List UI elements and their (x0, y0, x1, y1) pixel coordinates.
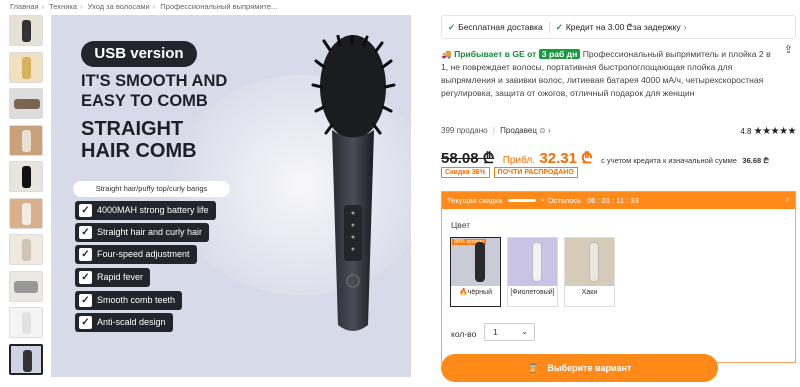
feature-item: ✓ Straight hair and curly hair (75, 223, 210, 242)
check-icon: ✓ (79, 204, 92, 217)
clock-icon: ◔ (540, 196, 545, 205)
delivery-days-badge: 3 раб дн (538, 49, 581, 59)
thumbnail[interactable] (9, 88, 43, 119)
breadcrumb-home[interactable]: Главная (10, 2, 39, 11)
product-main-image[interactable]: USB version IT'S SMOOTH AND EASY TO COMB… (51, 15, 411, 377)
credit-amount: 36.68 ₾ (742, 156, 770, 165)
check-icon: ✓ (79, 271, 92, 284)
feature-item: ✓ Smooth comb teeth (75, 291, 183, 310)
hourglass-icon: ⌛ (527, 363, 539, 373)
product-info-panel: ✓ Бесплатная доставка ✓ Кредит на 3.00 ₾… (441, 15, 797, 382)
thumbnail[interactable] (9, 124, 43, 156)
check-icon: ✓ (448, 21, 456, 32)
sold-count: 399 продано (441, 126, 488, 135)
product-title: 🚚 Прибывает в GE от 3 раб дн Профессиона… (441, 48, 771, 100)
rating-value: 4.8 (740, 127, 752, 136)
thumbnail-active[interactable] (9, 343, 43, 375)
sale-box: Текущая скидка ◔ Осталось 06 : 01 : 11 :… (441, 191, 796, 363)
breadcrumb-current: Профессиональный выпрямите... (160, 2, 278, 11)
chevron-down-icon: ⌄ (521, 327, 528, 336)
color-option-khaki[interactable]: Хаки (564, 237, 615, 307)
check-icon: ✓ (79, 316, 92, 329)
check-icon: ✓ (79, 294, 92, 307)
sale-countdown-bar[interactable]: Текущая скидка ◔ Осталось 06 : 01 : 11 :… (442, 192, 795, 209)
price-row: 58.08 ₾ Прибл. 32.31 ₾ с учетом кредита … (441, 148, 800, 168)
feature-item: ✓ Four-speed adjustment (75, 245, 197, 264)
approx-label: Прибл. (502, 155, 535, 166)
hair-straightener-illustration (311, 35, 396, 331)
breadcrumb: Главная › Техника › Уход за волосами › Проф… (10, 2, 278, 11)
quantity-select[interactable]: 1 ⌄ (484, 323, 535, 341)
thumbnail[interactable] (9, 234, 43, 265)
color-option-purple[interactable]: [Фиолетовый] (507, 237, 558, 307)
breadcrumb-haircare[interactable]: Уход за волосами (88, 2, 150, 11)
color-option-label: [Фиолетовый] (510, 289, 555, 296)
thumbnail[interactable] (9, 307, 43, 338)
color-option-black[interactable]: 99% купили 🔥чёрный (450, 237, 501, 307)
thumbnail[interactable] (9, 51, 43, 83)
thumbnail[interactable] (9, 270, 43, 302)
image-subtitle: Straight hair/puffy top/curly bangs (73, 181, 230, 197)
thumbnail[interactable] (9, 197, 43, 229)
check-icon: ✓ (79, 248, 92, 261)
fire-icon: 🔥 (459, 289, 468, 296)
delivery-truck-icon: 🚚 (441, 49, 452, 59)
free-delivery-label: Бесплатная доставка (458, 22, 543, 32)
badges: Скидка 36% ПОЧТИ РАСПРОДАНО (441, 167, 578, 178)
quantity-value: 1 (493, 327, 498, 337)
color-option-label: чёрный (467, 289, 492, 296)
credit-note: с учетом кредита к изначальной сумме (601, 156, 737, 165)
delivery-info-bar[interactable]: ✓ Бесплатная доставка ✓ Кредит на 3.00 ₾… (441, 15, 796, 39)
sale-label: Текущая скидка (447, 196, 503, 205)
chevron-right-icon: › (683, 22, 687, 32)
feature-item: ✓ 4000MAH strong battery life (75, 201, 216, 220)
usb-version-label: USB version (81, 41, 197, 67)
discount-badge: Скидка 36% (441, 167, 490, 178)
chevron-right-icon: › (548, 126, 551, 135)
thumbnail[interactable] (9, 15, 43, 46)
color-option-label: Хаки (581, 289, 598, 296)
almost-sold-out-badge: ПОЧТИ РАСПРОДАНО (493, 167, 578, 178)
select-variant-button[interactable]: ⌛ Выберите вариант (441, 354, 718, 382)
image-headline: IT'S SMOOTH AND EASY TO COMB (81, 72, 228, 110)
color-label: Цвет (451, 220, 471, 230)
seller-badge-icon: ⊜ (539, 126, 546, 135)
thumbnail-list (9, 15, 45, 380)
breadcrumb-electronics[interactable]: Техника (49, 2, 77, 11)
credit-label: Кредит на 3.00 (565, 22, 625, 32)
rating-stars[interactable]: ★★★★★ (754, 126, 797, 137)
check-icon: ✓ (555, 21, 563, 32)
delivery-estimate: Прибывает в GE от (454, 49, 537, 59)
credit-suffix: за задержку (632, 22, 681, 32)
chevron-right-icon: › (785, 194, 789, 205)
feature-item: ✓ Rapid fever (75, 268, 151, 287)
sale-progress (508, 199, 537, 202)
image-headline-2: STRAIGHT HAIR COMB (81, 118, 197, 162)
select-variant-label: Выберите вариант (547, 363, 632, 373)
product-stats: 399 продано | Продавец ⊜ › 4.8 ★★★★★ (441, 126, 797, 137)
thumbnail[interactable] (9, 161, 43, 192)
current-price: 32.31 ₾ (539, 150, 593, 167)
share-icon[interactable]: ⇪ (784, 43, 793, 56)
countdown-timer: 06 : 01 : 11 : 33 (587, 196, 639, 205)
seller-link[interactable]: Продавец (500, 126, 537, 135)
quantity-label: кол-во (451, 329, 477, 339)
old-price: 58.08 ₾ (441, 150, 495, 167)
remaining-label: Осталось (547, 196, 582, 205)
feature-item: ✓ Anti-scald design (75, 313, 173, 332)
check-icon: ✓ (79, 226, 92, 239)
